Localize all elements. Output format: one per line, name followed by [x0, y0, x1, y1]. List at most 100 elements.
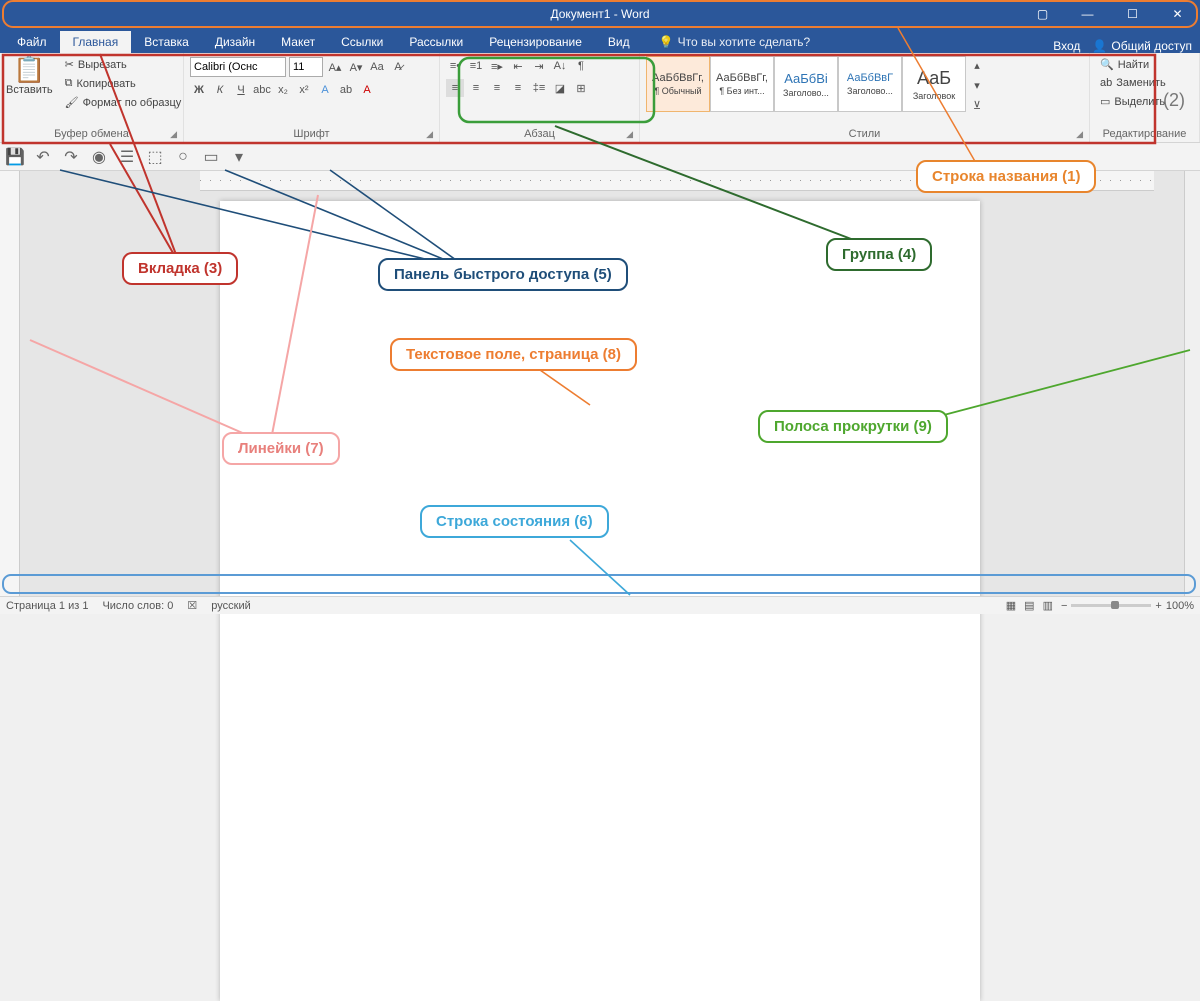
subscript-icon[interactable]: x₂	[274, 81, 292, 99]
style-nospacing[interactable]: АаБбВвГг,¶ Без инт...	[710, 56, 774, 112]
style-title[interactable]: АаБЗаголовок	[902, 56, 966, 112]
paste-icon[interactable]: 📋	[13, 56, 45, 82]
share-button[interactable]: 👤Общий доступ	[1092, 39, 1192, 53]
zoom-slider[interactable]	[1071, 604, 1151, 607]
pilcrow-icon[interactable]: ¶	[572, 57, 590, 75]
tab-design[interactable]: Дизайн	[202, 31, 268, 53]
page-indicator[interactable]: Страница 1 из 1	[6, 600, 88, 612]
styles-down-icon[interactable]: ▾	[968, 76, 986, 94]
tell-me-search[interactable]: 💡Что вы хотите сделать?	[649, 31, 821, 53]
superscript-icon[interactable]: x²	[295, 81, 313, 99]
minimize-icon[interactable]: —	[1065, 0, 1110, 28]
replace-button[interactable]: abЗаменить	[1096, 75, 1170, 91]
dialog-launcher-icon[interactable]: ◢	[1076, 129, 1083, 140]
close-icon[interactable]: ✕	[1155, 0, 1200, 28]
signin-link[interactable]: Вход	[1053, 39, 1080, 53]
tab-review[interactable]: Рецензирование	[476, 31, 595, 53]
tab-mailings[interactable]: Рассылки	[396, 31, 476, 53]
title-bar: Документ1 - Word ▢ — ☐ ✕	[0, 0, 1200, 28]
proofing-icon[interactable]: ☒	[187, 599, 197, 612]
shrink-font-icon[interactable]: A▾	[347, 58, 365, 76]
sort-icon[interactable]: A↓	[551, 57, 569, 75]
search-icon: 🔍	[1100, 58, 1114, 71]
qat-icon[interactable]: ☰	[118, 148, 136, 166]
callout-group: Группа (4)	[826, 238, 932, 271]
language-indicator[interactable]: русский	[211, 600, 250, 612]
zoom-in-icon[interactable]: +	[1155, 600, 1161, 612]
outdent-icon[interactable]: ⇤	[509, 57, 527, 75]
ribbon-display-icon[interactable]: ▢	[1020, 0, 1065, 28]
shading-icon[interactable]: ◪	[551, 79, 569, 97]
callout-page: Текстовое поле, страница (8)	[390, 338, 637, 371]
maximize-icon[interactable]: ☐	[1110, 0, 1155, 28]
tab-layout[interactable]: Макет	[268, 31, 328, 53]
tab-references[interactable]: Ссылки	[328, 31, 396, 53]
qat-more-icon[interactable]: ▾	[230, 148, 248, 166]
style-heading2[interactable]: АаБбВвГЗаголово...	[838, 56, 902, 112]
view-web-icon[interactable]: ▥	[1043, 599, 1053, 612]
callout-tab: Вкладка (3)	[122, 252, 238, 285]
align-right-icon[interactable]: ≡	[488, 79, 506, 97]
copy-button[interactable]: ⧉Копировать	[61, 75, 186, 92]
view-read-icon[interactable]: ▦	[1006, 599, 1016, 612]
qat-icon[interactable]: ▭	[202, 148, 220, 166]
justify-icon[interactable]: ≡	[509, 79, 527, 97]
callout-status: Строка состояния (6)	[420, 505, 609, 538]
view-print-icon[interactable]: ▤	[1024, 599, 1034, 612]
highlight-icon[interactable]: ab	[337, 81, 355, 99]
qat-icon[interactable]: ○	[174, 148, 192, 166]
zoom-level[interactable]: 100%	[1166, 600, 1194, 612]
bold-icon[interactable]: Ж	[190, 81, 208, 99]
undo-icon[interactable]: ↶	[34, 148, 52, 166]
callout-rulers: Линейки (7)	[222, 432, 340, 465]
callout-ribbon-num: (2)	[1163, 90, 1185, 111]
qat-icon[interactable]: ⬚	[146, 148, 164, 166]
qat-icon[interactable]: ◉	[90, 148, 108, 166]
group-paragraph: ≡• ≡1 ≡▸ ⇤ ⇥ A↓ ¶ ≡ ≡ ≡ ≡ ‡≡ ◪ ⊞ Абзац◢	[440, 53, 640, 142]
scissors-icon: ✂	[65, 58, 74, 71]
select-button[interactable]: ▭Выделить	[1096, 93, 1170, 110]
grow-font-icon[interactable]: A▴	[326, 58, 344, 76]
font-color-icon[interactable]: A	[358, 81, 376, 99]
bullets-icon[interactable]: ≡•	[446, 57, 464, 75]
change-case-icon[interactable]: Aa	[368, 58, 386, 76]
save-icon[interactable]: 💾	[6, 148, 24, 166]
align-left-icon[interactable]: ≡	[446, 79, 464, 97]
replace-icon: ab	[1100, 77, 1112, 89]
style-normal[interactable]: АаБбВвГг,¶ Обычный	[646, 56, 710, 112]
indent-icon[interactable]: ⇥	[530, 57, 548, 75]
line-spacing-icon[interactable]: ‡≡	[530, 79, 548, 97]
strike-icon[interactable]: abc	[253, 81, 271, 99]
clear-format-icon[interactable]: A̷	[389, 58, 407, 76]
font-size-input[interactable]	[289, 57, 323, 77]
numbering-icon[interactable]: ≡1	[467, 57, 485, 75]
styles-more-icon[interactable]: ⊻	[968, 96, 986, 114]
tab-insert[interactable]: Вставка	[131, 31, 202, 53]
redo-icon[interactable]: ↷	[62, 148, 80, 166]
underline-icon[interactable]: Ч	[232, 81, 250, 99]
tab-view[interactable]: Вид	[595, 31, 643, 53]
text-effects-icon[interactable]: A	[316, 81, 334, 99]
styles-up-icon[interactable]: ▴	[968, 56, 986, 74]
font-name-input[interactable]	[190, 57, 286, 77]
dialog-launcher-icon[interactable]: ◢	[626, 129, 633, 140]
italic-icon[interactable]: К	[211, 81, 229, 99]
status-bar: Страница 1 из 1 Число слов: 0 ☒ русский …	[0, 596, 1200, 614]
borders-icon[interactable]: ⊞	[572, 79, 590, 97]
find-button[interactable]: 🔍Найти	[1096, 56, 1170, 73]
paste-button[interactable]: Вставить	[6, 84, 53, 96]
style-heading1[interactable]: АаБбВіЗаголово...	[774, 56, 838, 112]
align-center-icon[interactable]: ≡	[467, 79, 485, 97]
dialog-launcher-icon[interactable]: ◢	[426, 129, 433, 140]
dialog-launcher-icon[interactable]: ◢	[170, 129, 177, 140]
callout-qat: Панель быстрого доступа (5)	[378, 258, 628, 291]
multilevel-icon[interactable]: ≡▸	[488, 57, 506, 75]
vertical-scrollbar[interactable]	[1184, 171, 1200, 596]
tab-file[interactable]: Файл	[4, 31, 60, 53]
format-painter-button[interactable]: 🖌Формат по образцу	[61, 94, 186, 111]
group-font: A▴ A▾ Aa A̷ Ж К Ч abc x₂ x² A ab A Шрифт…	[184, 53, 440, 142]
zoom-out-icon[interactable]: −	[1061, 600, 1067, 612]
word-count[interactable]: Число слов: 0	[102, 600, 173, 612]
tab-home[interactable]: Главная	[60, 31, 132, 53]
cut-button[interactable]: ✂Вырезать	[61, 56, 186, 73]
